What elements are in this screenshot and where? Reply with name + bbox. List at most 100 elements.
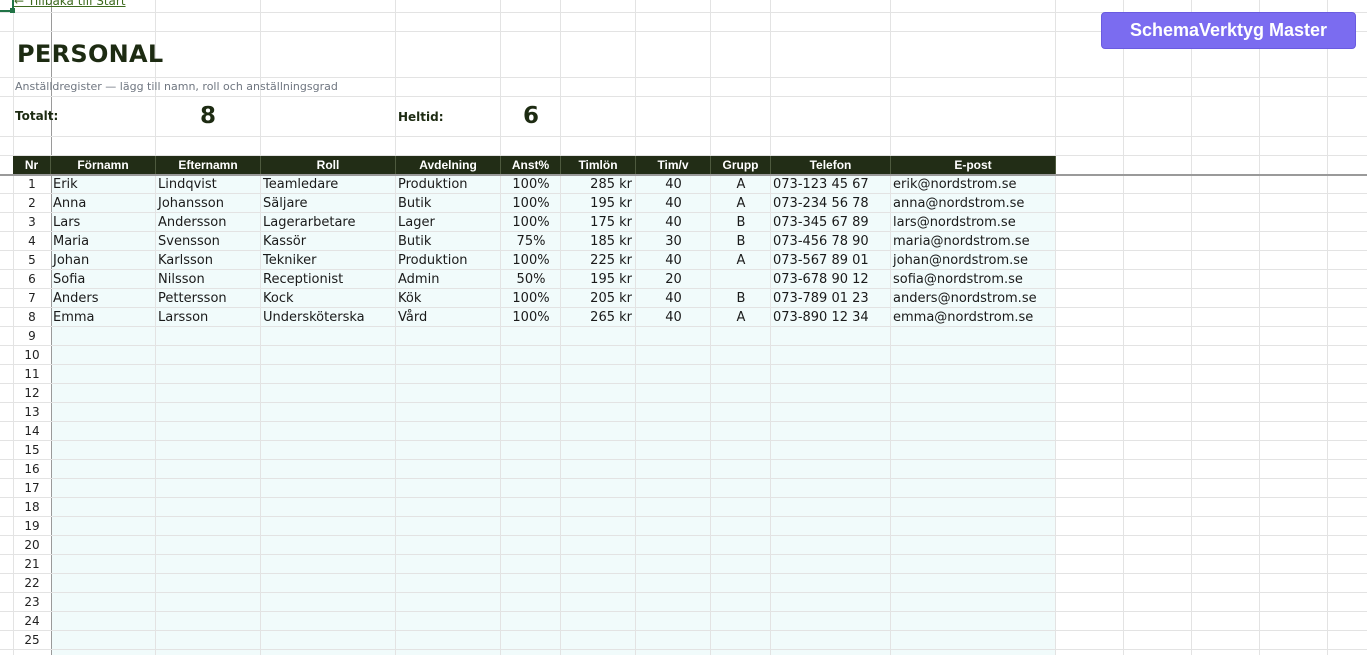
- cell-hourly-wage[interactable]: [561, 536, 636, 555]
- cell-hourly-wage[interactable]: 285 kr: [561, 175, 636, 194]
- cell-phone[interactable]: [771, 536, 891, 555]
- cell-group[interactable]: B: [711, 289, 771, 308]
- cell-nr[interactable]: 24: [13, 612, 51, 631]
- cell-first-name[interactable]: Erik: [51, 175, 156, 194]
- cell-email[interactable]: [891, 403, 1056, 422]
- cell-role[interactable]: [261, 403, 396, 422]
- cell-hourly-wage[interactable]: [561, 498, 636, 517]
- cell-hours-per-week[interactable]: 40: [636, 251, 711, 270]
- cell-first-name[interactable]: Emma: [51, 308, 156, 327]
- cell-hours-per-week[interactable]: [636, 403, 711, 422]
- cell-group[interactable]: [711, 365, 771, 384]
- cell-group[interactable]: A: [711, 251, 771, 270]
- cell-employment-pct[interactable]: 50%: [501, 270, 561, 289]
- cell-nr[interactable]: 9: [13, 327, 51, 346]
- column-header-hourly-wage[interactable]: Timlön: [561, 156, 636, 174]
- cell-employment-pct[interactable]: [501, 498, 561, 517]
- cell-hourly-wage[interactable]: [561, 593, 636, 612]
- cell-last-name[interactable]: [156, 327, 261, 346]
- cell-first-name[interactable]: [51, 593, 156, 612]
- cell-last-name[interactable]: Andersson: [156, 213, 261, 232]
- cell-hours-per-week[interactable]: 40: [636, 289, 711, 308]
- cell-department[interactable]: [396, 574, 501, 593]
- cell-email[interactable]: [891, 327, 1056, 346]
- cell-first-name[interactable]: [51, 517, 156, 536]
- cell-group[interactable]: [711, 460, 771, 479]
- cell-last-name[interactable]: Lindqvist: [156, 175, 261, 194]
- cell-email[interactable]: [891, 479, 1056, 498]
- cell-hourly-wage[interactable]: 195 kr: [561, 270, 636, 289]
- cell-nr[interactable]: 21: [13, 555, 51, 574]
- cell-department[interactable]: Admin: [396, 270, 501, 289]
- cell-employment-pct[interactable]: [501, 422, 561, 441]
- cell-hourly-wage[interactable]: 185 kr: [561, 232, 636, 251]
- cell-role[interactable]: Undersköterska: [261, 308, 396, 327]
- cell-role[interactable]: [261, 536, 396, 555]
- cell-group[interactable]: [711, 403, 771, 422]
- cell-email[interactable]: [891, 384, 1056, 403]
- cell-nr[interactable]: 3: [13, 213, 51, 232]
- cell-employment-pct[interactable]: 100%: [501, 194, 561, 213]
- column-header-hours-per-week[interactable]: Tim/v: [636, 156, 711, 174]
- cell-first-name[interactable]: [51, 498, 156, 517]
- cell-employment-pct[interactable]: [501, 403, 561, 422]
- cell-role[interactable]: [261, 422, 396, 441]
- cell-email[interactable]: [891, 574, 1056, 593]
- cell-hours-per-week[interactable]: 40: [636, 194, 711, 213]
- cell-role[interactable]: [261, 384, 396, 403]
- cell-group[interactable]: A: [711, 308, 771, 327]
- cell-employment-pct[interactable]: [501, 555, 561, 574]
- cell-role[interactable]: Säljare: [261, 194, 396, 213]
- cell-group[interactable]: B: [711, 213, 771, 232]
- cell-last-name[interactable]: Larsson: [156, 308, 261, 327]
- cell-phone[interactable]: 073-345 67 89: [771, 213, 891, 232]
- cell-email[interactable]: [891, 346, 1056, 365]
- cell-last-name[interactable]: [156, 403, 261, 422]
- cell-first-name[interactable]: Anders: [51, 289, 156, 308]
- cell-role[interactable]: [261, 612, 396, 631]
- cell-last-name[interactable]: Svensson: [156, 232, 261, 251]
- cell-employment-pct[interactable]: [501, 593, 561, 612]
- cell-first-name[interactable]: [51, 365, 156, 384]
- cell-employment-pct[interactable]: [501, 479, 561, 498]
- cell-group[interactable]: [711, 384, 771, 403]
- cell-hourly-wage[interactable]: [561, 441, 636, 460]
- cell-hours-per-week[interactable]: [636, 460, 711, 479]
- cell-group[interactable]: [711, 536, 771, 555]
- cell-email[interactable]: [891, 612, 1056, 631]
- cell-nr[interactable]: 19: [13, 517, 51, 536]
- cell-first-name[interactable]: [51, 536, 156, 555]
- cell-department[interactable]: Produktion: [396, 175, 501, 194]
- cell-first-name[interactable]: [51, 479, 156, 498]
- cell-email[interactable]: [891, 460, 1056, 479]
- cell-department[interactable]: [396, 555, 501, 574]
- cell-phone[interactable]: [771, 631, 891, 650]
- cell-email[interactable]: [891, 631, 1056, 650]
- cell-first-name[interactable]: Lars: [51, 213, 156, 232]
- cell-last-name[interactable]: [156, 574, 261, 593]
- cell-phone[interactable]: [771, 517, 891, 536]
- cell-group[interactable]: [711, 593, 771, 612]
- cell-group[interactable]: [711, 574, 771, 593]
- cell-first-name[interactable]: [51, 422, 156, 441]
- cell-phone[interactable]: 073-234 56 78: [771, 194, 891, 213]
- cell-hours-per-week[interactable]: [636, 479, 711, 498]
- cell-department[interactable]: [396, 422, 501, 441]
- cell-group[interactable]: [711, 422, 771, 441]
- cell-department[interactable]: [396, 612, 501, 631]
- cell-role[interactable]: Teamledare: [261, 175, 396, 194]
- cell-last-name[interactable]: [156, 346, 261, 365]
- cell-email[interactable]: sofia@nordstrom.se: [891, 270, 1056, 289]
- cell-hourly-wage[interactable]: 205 kr: [561, 289, 636, 308]
- cell-employment-pct[interactable]: [501, 612, 561, 631]
- cell-phone[interactable]: [771, 327, 891, 346]
- cell-nr[interactable]: 11: [13, 365, 51, 384]
- cell-department[interactable]: [396, 479, 501, 498]
- column-header-nr[interactable]: Nr: [13, 156, 51, 174]
- cell-nr[interactable]: 7: [13, 289, 51, 308]
- cell-employment-pct[interactable]: 100%: [501, 289, 561, 308]
- cell-email[interactable]: lars@nordstrom.se: [891, 213, 1056, 232]
- cell-first-name[interactable]: [51, 555, 156, 574]
- cell-role[interactable]: [261, 631, 396, 650]
- cell-role[interactable]: Kock: [261, 289, 396, 308]
